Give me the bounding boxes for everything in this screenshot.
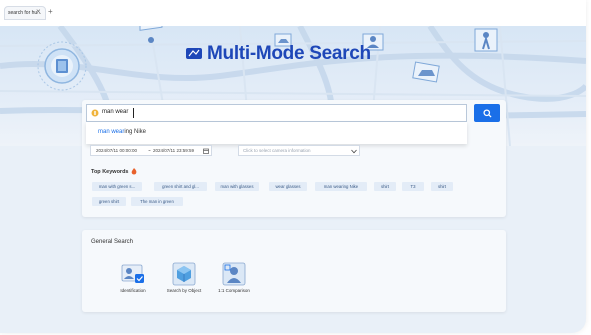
search-icon bbox=[482, 108, 492, 118]
date-start: 2024/07/11 00:00:00 bbox=[96, 148, 137, 153]
search-button[interactable] bbox=[474, 104, 500, 122]
keyword-chip[interactable]: green shirt and gl... bbox=[154, 182, 207, 191]
car-marker-icon bbox=[412, 61, 440, 83]
search-input-value: man wear bbox=[102, 109, 129, 115]
id-card-icon bbox=[121, 264, 144, 283]
tab-close-icon[interactable]: × bbox=[36, 8, 41, 16]
keyword-chip[interactable]: green shirt bbox=[92, 197, 126, 206]
keyword-chip[interactable]: man with green s... bbox=[92, 182, 142, 191]
keyword-chip[interactable]: man with glasses bbox=[215, 182, 259, 191]
general-search-title: General Search bbox=[91, 239, 134, 245]
text-caret bbox=[133, 108, 134, 118]
keyword-chip[interactable]: shirt bbox=[431, 182, 453, 191]
fire-icon bbox=[131, 168, 137, 175]
general-search-panel bbox=[82, 230, 506, 312]
date-separator: ~ bbox=[148, 148, 151, 153]
suggestion-item[interactable]: man wearing Nike bbox=[98, 129, 146, 135]
camera-select[interactable]: Click to select camera information bbox=[238, 145, 360, 156]
object-cube-icon bbox=[172, 262, 196, 286]
keyword-chip[interactable]: T3 bbox=[402, 182, 424, 191]
suggestion-rest: ing Nike bbox=[124, 129, 147, 135]
search-input[interactable]: man wear bbox=[86, 104, 467, 122]
browser-tab-bar: search for hu... × + bbox=[0, 0, 586, 27]
date-end: 2024/07/11 23:59:59 bbox=[153, 148, 194, 153]
person-compare-icon bbox=[222, 262, 246, 286]
browser-window: search for hu... × + Multi-Mode Search m… bbox=[0, 0, 586, 333]
page-title: Multi-Mode Search bbox=[207, 43, 371, 64]
pedestrian-marker-icon bbox=[474, 28, 498, 52]
keyword-chip[interactable]: The man in green bbox=[131, 197, 183, 206]
search-mode-icon[interactable] bbox=[91, 109, 99, 117]
chevron-down-icon bbox=[351, 149, 357, 154]
search-suggestions: man wearing Nike bbox=[86, 122, 467, 144]
date-range-picker[interactable]: 2024/07/11 00:00:00 ~ 2024/07/11 23:59:5… bbox=[90, 145, 212, 156]
top-keywords-label: Top Keywords bbox=[91, 169, 129, 175]
camera-select-placeholder: Click to select camera information bbox=[243, 148, 311, 153]
new-tab-icon[interactable]: + bbox=[48, 8, 53, 16]
keyword-chip[interactable]: wear glasses bbox=[269, 182, 307, 191]
multi-mode-logo-icon bbox=[186, 48, 202, 59]
keyword-chip[interactable]: shirt bbox=[374, 182, 396, 191]
keyword-chip[interactable]: man wearing Nike bbox=[315, 182, 367, 191]
comparison-label: 1:1 Comparison bbox=[218, 288, 250, 293]
calendar-icon bbox=[203, 148, 209, 154]
suggestion-match: man wear bbox=[98, 129, 125, 135]
